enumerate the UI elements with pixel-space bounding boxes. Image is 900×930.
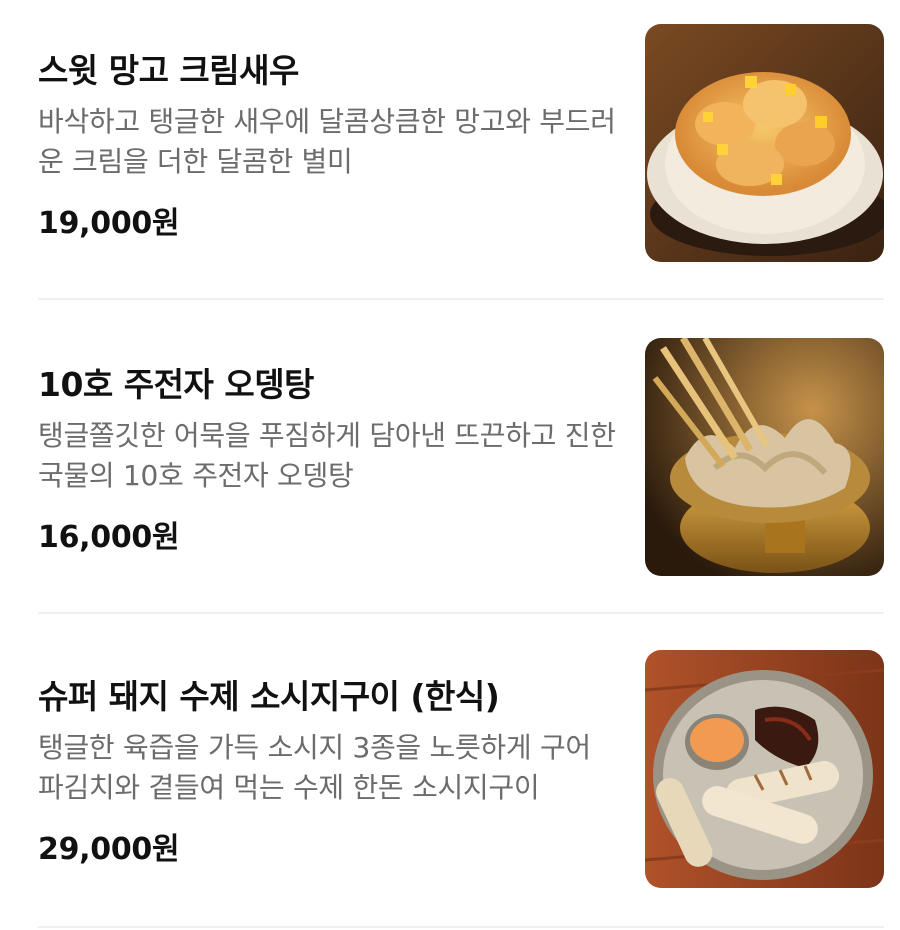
- menu-item-description: 탱글한 육즙을 가득 소시지 3종을 노릇하게 구어 파김치와 곁들여 먹는 수…: [38, 731, 591, 804]
- menu-item-price: 29,000원: [38, 832, 180, 867]
- odeng-photo-icon: [645, 338, 884, 576]
- shrimp-photo-icon: [645, 24, 884, 262]
- menu-item-price: 19,000원: [38, 206, 180, 241]
- shrimp-photo[interactable]: [645, 24, 884, 262]
- menu-item-name: 스윗 망고 크림새우: [38, 51, 299, 90]
- menu-item-sausage[interactable]: 슈퍼 돼지 수제 소시지구이 (한식) 탱글한 육즙을 가득 소시지 3종을 노…: [38, 626, 884, 926]
- menu-item-name: 10호 주전자 오뎅탕: [38, 365, 314, 404]
- menu-list: 스윗 망고 크림새우 바삭하고 탱글한 새우에 달콤상큼한 망고와 부드러운 크…: [0, 0, 900, 930]
- odeng-photo[interactable]: [645, 338, 884, 576]
- menu-item-name: 슈퍼 돼지 수제 소시지구이 (한식): [38, 677, 500, 716]
- menu-item-odeng-soup[interactable]: 10호 주전자 오뎅탕 탱글쫄깃한 어묵을 푸짐하게 담아낸 뜨끈하고 진한 국…: [38, 314, 884, 614]
- menu-item-description: 바삭하고 탱글한 새우에 달콤상큼한 망고와 부드러운 크림을 더한 달콤한 별…: [38, 105, 616, 178]
- sausage-photo-icon: [645, 650, 884, 888]
- menu-item-price: 16,000원: [38, 520, 180, 555]
- divider: [38, 612, 884, 614]
- sausage-photo[interactable]: [645, 650, 884, 888]
- menu-item-description: 탱글쫄깃한 어묵을 푸짐하게 담아낸 뜨끈하고 진한 국물의 10호 주전자 오…: [38, 419, 616, 492]
- divider: [38, 926, 884, 928]
- divider: [38, 298, 884, 300]
- menu-item-mango-shrimp[interactable]: 스윗 망고 크림새우 바삭하고 탱글한 새우에 달콤상큼한 망고와 부드러운 크…: [38, 0, 884, 300]
